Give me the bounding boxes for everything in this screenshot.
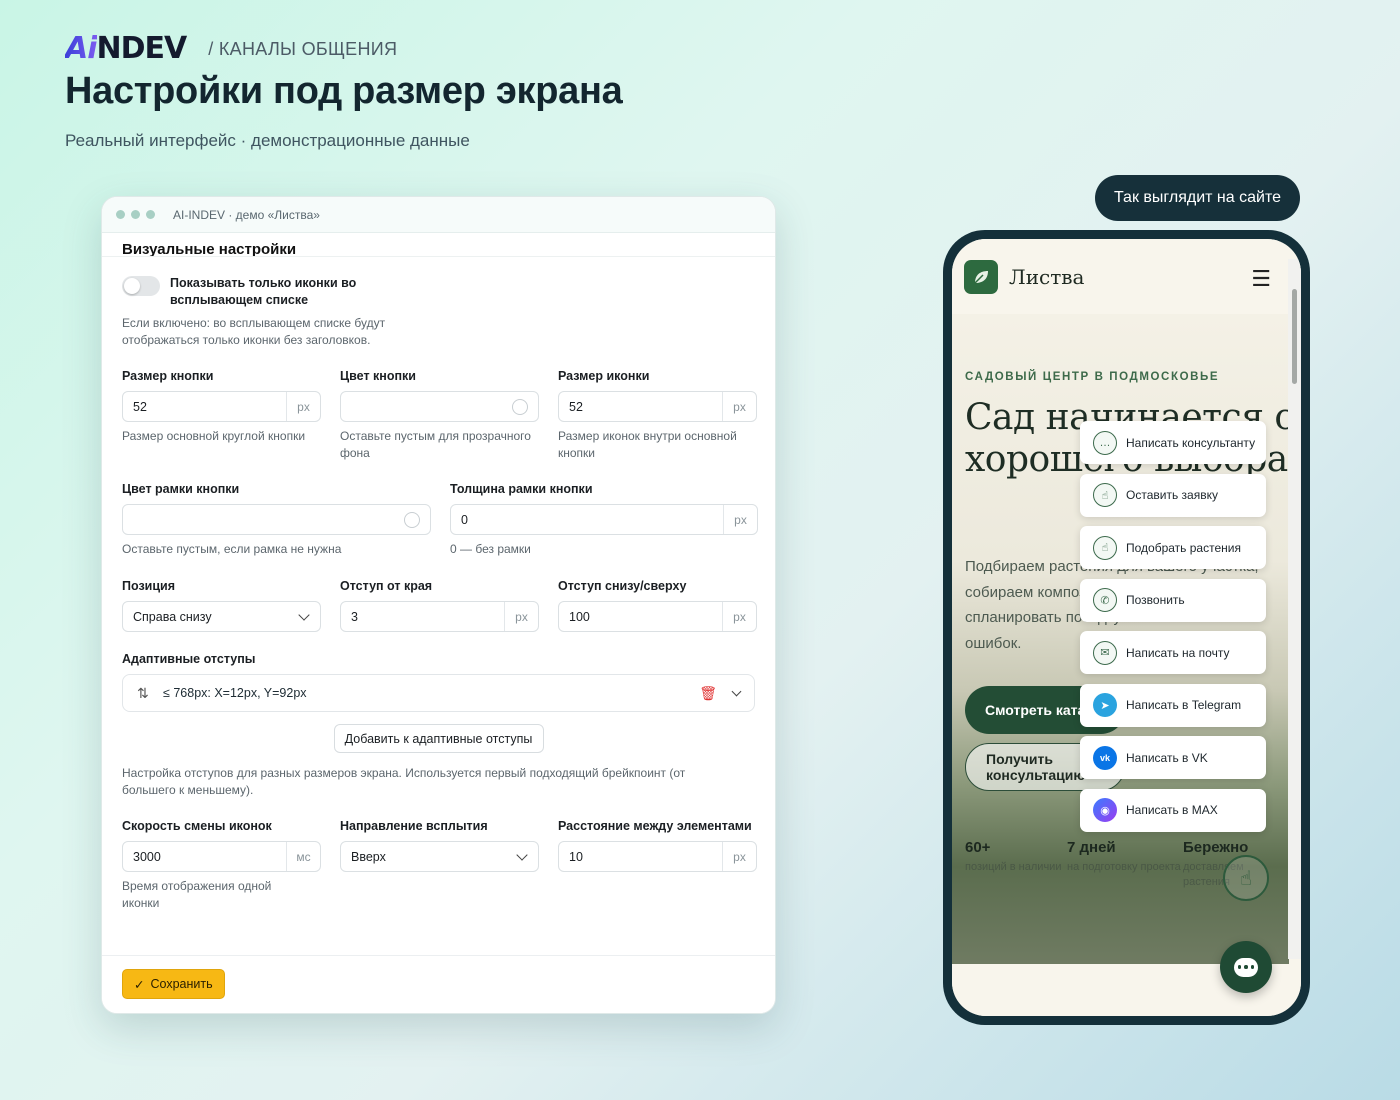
window-titlebar: AI-INDEV · демо «Листва»: [102, 197, 775, 233]
button-color-hint: Оставьте пустым для прозрачного фона: [340, 429, 531, 460]
chevron-down-icon[interactable]: [731, 686, 742, 696]
section-title: Визуальные настройки: [122, 241, 297, 257]
chat-widget-button[interactable]: [1220, 941, 1272, 993]
site-header: Листва ☰: [952, 239, 1301, 314]
adaptive-item-text: ≤ 768px: X=12px, Y=92px: [163, 686, 307, 700]
icon-speed-hint: Время отображения одной иконки: [122, 879, 272, 910]
direction-select[interactable]: Вверх: [340, 841, 539, 872]
stat-value: 7 дней: [1067, 839, 1116, 856]
adaptive-item[interactable]: ⇅ ≤ 768px: X=12px, Y=92px 🗑: [122, 674, 755, 712]
phone-icon: ✆: [1093, 588, 1117, 612]
sort-arrows-icon[interactable]: ⇅: [137, 685, 163, 702]
brand-row: AiNDEV / КАНАЛЫ ОБЩЕНИЯ: [65, 34, 397, 64]
icons-only-toggle[interactable]: [122, 276, 160, 296]
icon-speed-input[interactable]: 3000 мс: [122, 841, 321, 872]
vertical-offset-input[interactable]: 100 px: [558, 601, 757, 632]
save-button[interactable]: ✓ Сохранить: [122, 969, 225, 999]
button-color-input[interactable]: [340, 391, 539, 422]
aindev-logo: AiNDEV: [65, 31, 187, 66]
button-size-hint: Размер основной круглой кнопки: [122, 429, 306, 443]
page-subtitle: Реальный интерфейс · демонстрационные да…: [65, 131, 470, 150]
add-adaptive-button[interactable]: Добавить к адаптивные отступы: [333, 724, 544, 753]
menu-item-telegram[interactable]: ➤ Написать в Telegram: [1080, 683, 1266, 727]
phone-screen: Листва ☰ САДОВЫЙ ЦЕНТР В ПОДМОСКОВЬЕ Сад…: [952, 239, 1301, 1016]
border-color-label: Цвет рамки кнопки: [122, 482, 240, 496]
stat-value: Бережно: [1183, 839, 1249, 856]
stat-value: 60+: [965, 839, 991, 856]
admin-window: AI-INDEV · демо «Листва» Визуальные наст…: [101, 196, 776, 1014]
menu-item-call[interactable]: ✆ Позвонить: [1080, 578, 1266, 622]
form-footer: ✓ Сохранить: [102, 955, 775, 1013]
border-width-hint: 0 — без рамки: [450, 542, 531, 556]
color-swatch-icon[interactable]: [404, 511, 420, 528]
menu-item-consultant[interactable]: … Написать консультанту: [1080, 421, 1266, 464]
stat-label: на подготовку проекта: [1067, 861, 1181, 873]
position-select[interactable]: Справа снизу: [122, 601, 321, 632]
icon-size-hint: Размер иконок внутри основной кнопки: [558, 429, 737, 460]
adaptive-hint: Настройка отступов для разных размеров э…: [122, 766, 686, 797]
leaf-logo-icon: [964, 259, 998, 294]
mail-icon: ✉: [1093, 640, 1117, 665]
section-header[interactable]: Визуальные настройки: [102, 233, 775, 257]
spacing-input[interactable]: 10 px: [558, 841, 757, 872]
vk-icon: vk: [1093, 745, 1117, 770]
icon-size-label: Размер иконки: [558, 369, 650, 383]
site-name[interactable]: Листва: [1009, 265, 1084, 289]
hand-icon: ☝: [1093, 483, 1117, 507]
stat-label: позиций в наличии: [965, 861, 1062, 873]
trash-icon[interactable]: 🗑: [699, 685, 717, 702]
max-icon: ◉: [1093, 798, 1117, 822]
button-color-label: Цвет кнопки: [340, 369, 416, 383]
border-color-input[interactable]: [122, 504, 431, 535]
window-dots-icon: [116, 210, 155, 219]
button-size-label: Размер кнопки: [122, 369, 214, 383]
color-swatch-icon[interactable]: [512, 398, 528, 415]
chat-icon: …: [1093, 430, 1117, 455]
chevron-down-icon: [516, 848, 528, 861]
page-title: Настройки под размер экрана: [65, 70, 623, 112]
chevron-down-icon: [298, 608, 310, 621]
vertical-offset-label: Отступ снизу/сверху: [558, 579, 687, 593]
spacing-label: Расстояние между элементами: [558, 819, 752, 833]
border-color-hint: Оставьте пустым, если рамка не нужна: [122, 542, 342, 556]
direction-label: Направление всплытия: [340, 819, 488, 833]
menu-item-vk[interactable]: vk Написать в VK: [1080, 736, 1266, 779]
hand-icon: ☝: [1093, 535, 1117, 560]
icon-speed-label: Скорость смены иконок: [122, 819, 272, 833]
breadcrumb: / КАНАЛЫ ОБЩЕНИЯ: [208, 38, 398, 59]
menu-item-mail[interactable]: ✉ Написать на почту: [1080, 631, 1266, 674]
menu-item-request[interactable]: ☝ Оставить заявку: [1080, 473, 1266, 517]
phone-frame: Листва ☰ САДОВЫЙ ЦЕНТР В ПОДМОСКОВЬЕ Сад…: [943, 230, 1310, 1025]
menu-item-max[interactable]: ◉ Написать в MAX: [1080, 788, 1266, 832]
window-title: AI-INDEV · демо «Листва»: [173, 207, 320, 222]
hero-eyebrow: САДОВЫЙ ЦЕНТР В ПОДМОСКОВЬЕ: [965, 371, 1220, 383]
toggle-hint: Если включено: во всплывающем списке буд…: [122, 316, 386, 347]
toggle-label: Показывать только иконки во всплывающем …: [170, 276, 357, 307]
edge-offset-input[interactable]: 3 px: [340, 601, 539, 632]
scrollbar-thumb[interactable]: [1292, 289, 1297, 384]
position-label: Позиция: [122, 579, 176, 593]
edge-offset-label: Отступ от края: [340, 579, 433, 593]
button-size-input[interactable]: 52 px: [122, 391, 321, 422]
telegram-icon: ➤: [1093, 693, 1117, 717]
icon-size-input[interactable]: 52 px: [558, 391, 757, 422]
settings-form: Показывать только иконки во всплывающем …: [102, 257, 775, 912]
hand-pointer-icon[interactable]: ☝: [1223, 855, 1269, 901]
border-width-input[interactable]: 0 px: [450, 504, 758, 535]
border-width-label: Толщина рамки кнопки: [450, 482, 593, 496]
menu-icon[interactable]: ☰: [1251, 266, 1271, 292]
chat-bubble-icon: [1234, 957, 1258, 977]
menu-item-plants[interactable]: ☝ Подобрать растения: [1080, 526, 1266, 569]
check-icon: ✓: [134, 977, 145, 992]
adaptive-label: Адаптивные отступы: [122, 652, 256, 666]
preview-pill: Так выглядит на сайте: [1095, 175, 1300, 221]
contact-menu: … Написать консультанту ☝ Оставить заявку …: [1080, 421, 1266, 841]
scrollbar-track[interactable]: [1288, 259, 1301, 959]
